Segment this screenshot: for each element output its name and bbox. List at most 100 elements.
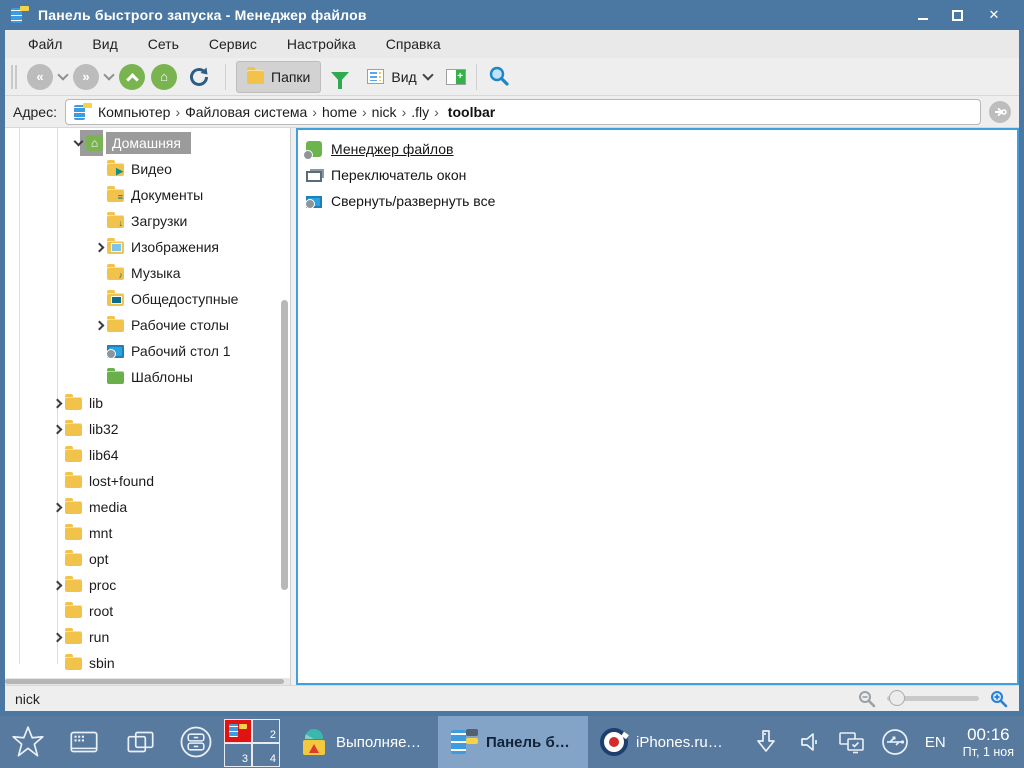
file-item[interactable]: Менеджер файлов bbox=[306, 136, 1009, 162]
breadcrumb-segment[interactable]: home bbox=[322, 104, 372, 120]
tree-item[interactable]: Рабочий стол 1 bbox=[5, 338, 290, 364]
expander-icon[interactable] bbox=[52, 580, 62, 590]
task-button[interactable]: iPhones.ru … bbox=[588, 716, 738, 768]
search-button[interactable] bbox=[487, 65, 511, 89]
downloads-tray-icon[interactable] bbox=[749, 724, 783, 760]
zoom-slider[interactable] bbox=[887, 696, 979, 701]
tree-item[interactable]: ↓ Загрузки bbox=[5, 208, 290, 234]
zoom-slider-thumb[interactable] bbox=[889, 690, 905, 706]
tree-item-label: Домашняя bbox=[106, 132, 191, 154]
breadcrumb-segment[interactable]: Файловая система bbox=[185, 104, 322, 120]
tree-item[interactable]: ▶ Видео bbox=[5, 156, 290, 182]
keyboard-panel-button[interactable] bbox=[56, 716, 112, 768]
windows-list-button[interactable] bbox=[112, 716, 168, 768]
desktop-cell[interactable]: 4 bbox=[252, 743, 280, 767]
task-icon bbox=[450, 728, 478, 756]
tree-vertical-scrollbar[interactable] bbox=[281, 300, 288, 590]
start-menu-button[interactable] bbox=[0, 716, 56, 768]
tree-item[interactable]: mnt bbox=[5, 520, 290, 546]
forward-button[interactable]: » bbox=[73, 64, 99, 90]
address-field[interactable]: КомпьютерФайловая системаhomenick.fly to… bbox=[65, 99, 981, 125]
refresh-button[interactable] bbox=[187, 65, 211, 89]
menu-item[interactable]: Сервис bbox=[194, 32, 272, 56]
view-mode-button[interactable]: Вид bbox=[359, 61, 439, 93]
breadcrumb-segment[interactable]: nick bbox=[372, 104, 412, 120]
folder-icon bbox=[247, 70, 264, 84]
file-item[interactable]: Свернуть/развернуть все bbox=[306, 188, 1009, 214]
home-button[interactable]: ⌂ bbox=[151, 64, 177, 90]
tree-item[interactable]: Рабочие столы bbox=[5, 312, 290, 338]
file-list-panel[interactable]: Менеджер файлов Переключатель окон Сверн… bbox=[296, 128, 1019, 685]
menu-item[interactable]: Настройка bbox=[272, 32, 371, 56]
titlebar[interactable]: Панель быстрого запуска - Менеджер файло… bbox=[5, 0, 1019, 30]
tree-item[interactable]: Шаблоны bbox=[5, 364, 290, 390]
expander-icon[interactable] bbox=[52, 632, 62, 642]
tree-item[interactable]: lib bbox=[5, 390, 290, 416]
menu-item[interactable]: Файл bbox=[13, 32, 77, 56]
tree-item[interactable]: Общедоступные bbox=[5, 286, 290, 312]
file-item-icon bbox=[306, 171, 322, 182]
file-manager-window: Панель быстрого запуска - Менеджер файло… bbox=[0, 0, 1024, 716]
toolbar-grip[interactable] bbox=[11, 65, 17, 89]
tree-item[interactable]: lib32 bbox=[5, 416, 290, 442]
zoom-out-button[interactable] bbox=[857, 689, 877, 709]
file-item[interactable]: Переключатель окон bbox=[306, 162, 1009, 188]
menu-item[interactable]: Справка bbox=[371, 32, 456, 56]
minimize-button[interactable] bbox=[918, 11, 928, 20]
clock[interactable]: 00:16 Пт, 1 ноя bbox=[959, 725, 1014, 759]
filter-button[interactable] bbox=[331, 72, 349, 82]
breadcrumb-current: toolbar bbox=[448, 104, 495, 120]
zoom-in-button[interactable] bbox=[989, 689, 1009, 709]
tree-item[interactable]: ⌂ Домашняя bbox=[5, 130, 290, 156]
folders-toggle-button[interactable]: Папки bbox=[236, 61, 321, 93]
go-button[interactable] bbox=[989, 101, 1011, 123]
tree-item[interactable]: lost+found bbox=[5, 468, 290, 494]
separator bbox=[476, 64, 477, 90]
tree-item[interactable]: proc bbox=[5, 572, 290, 598]
desktop-cell[interactable]: 2 bbox=[252, 719, 280, 743]
tree-item-icon bbox=[65, 579, 82, 592]
maximize-button[interactable] bbox=[952, 10, 963, 21]
keyboard-layout-indicator[interactable]: EN bbox=[921, 734, 950, 751]
expander-icon[interactable] bbox=[52, 424, 62, 434]
tree-item[interactable]: opt bbox=[5, 546, 290, 572]
tree-item[interactable]: sbin bbox=[5, 650, 290, 676]
up-button[interactable] bbox=[119, 64, 145, 90]
tree-item-icon bbox=[107, 371, 124, 384]
tree-item-icon: ↓ bbox=[107, 215, 124, 228]
expander-icon[interactable] bbox=[52, 502, 62, 512]
menu-item[interactable]: Вид bbox=[77, 32, 132, 56]
tree-item[interactable]: ♪ Музыка bbox=[5, 260, 290, 286]
close-button[interactable]: ✕ bbox=[987, 8, 1001, 22]
tree-item[interactable]: lib64 bbox=[5, 442, 290, 468]
tree-item[interactable]: Изображения bbox=[5, 234, 290, 260]
drawer-menu-button[interactable] bbox=[168, 716, 224, 768]
split-view-button[interactable]: + bbox=[446, 69, 466, 85]
tree-item-icon: ♪ bbox=[107, 267, 124, 280]
tree-item[interactable]: ≡ Документы bbox=[5, 182, 290, 208]
view-dropdown-icon[interactable] bbox=[422, 69, 433, 80]
tree-item-icon: ⌂ bbox=[86, 135, 103, 151]
expander-icon[interactable] bbox=[52, 398, 62, 408]
usb-tray-icon[interactable] bbox=[878, 724, 912, 760]
network-displays-tray-icon[interactable] bbox=[835, 724, 869, 760]
breadcrumb-segment[interactable]: Компьютер bbox=[98, 104, 185, 120]
expander-icon[interactable] bbox=[94, 320, 104, 330]
volume-tray-icon[interactable] bbox=[792, 724, 826, 760]
tree-item[interactable]: media bbox=[5, 494, 290, 520]
expander-icon[interactable] bbox=[94, 242, 104, 252]
task-button[interactable]: Панель бы… bbox=[438, 716, 588, 768]
desktop-cell[interactable] bbox=[224, 719, 252, 743]
tree-item-icon bbox=[65, 501, 82, 514]
tree-horizontal-scrollbar[interactable] bbox=[5, 678, 290, 685]
menu-item[interactable]: Сеть bbox=[133, 32, 194, 56]
tree-item-label: media bbox=[89, 499, 127, 515]
tree-item[interactable]: run bbox=[5, 624, 290, 650]
task-button[interactable]: Выполняет… bbox=[288, 716, 438, 768]
tree-item[interactable]: root bbox=[5, 598, 290, 624]
back-history-dropdown-icon[interactable] bbox=[57, 69, 68, 80]
desktop-cell[interactable]: 3 bbox=[224, 743, 252, 767]
forward-history-dropdown-icon[interactable] bbox=[103, 69, 114, 80]
breadcrumb-segment[interactable]: .fly bbox=[411, 104, 444, 120]
back-button[interactable]: « bbox=[27, 64, 53, 90]
